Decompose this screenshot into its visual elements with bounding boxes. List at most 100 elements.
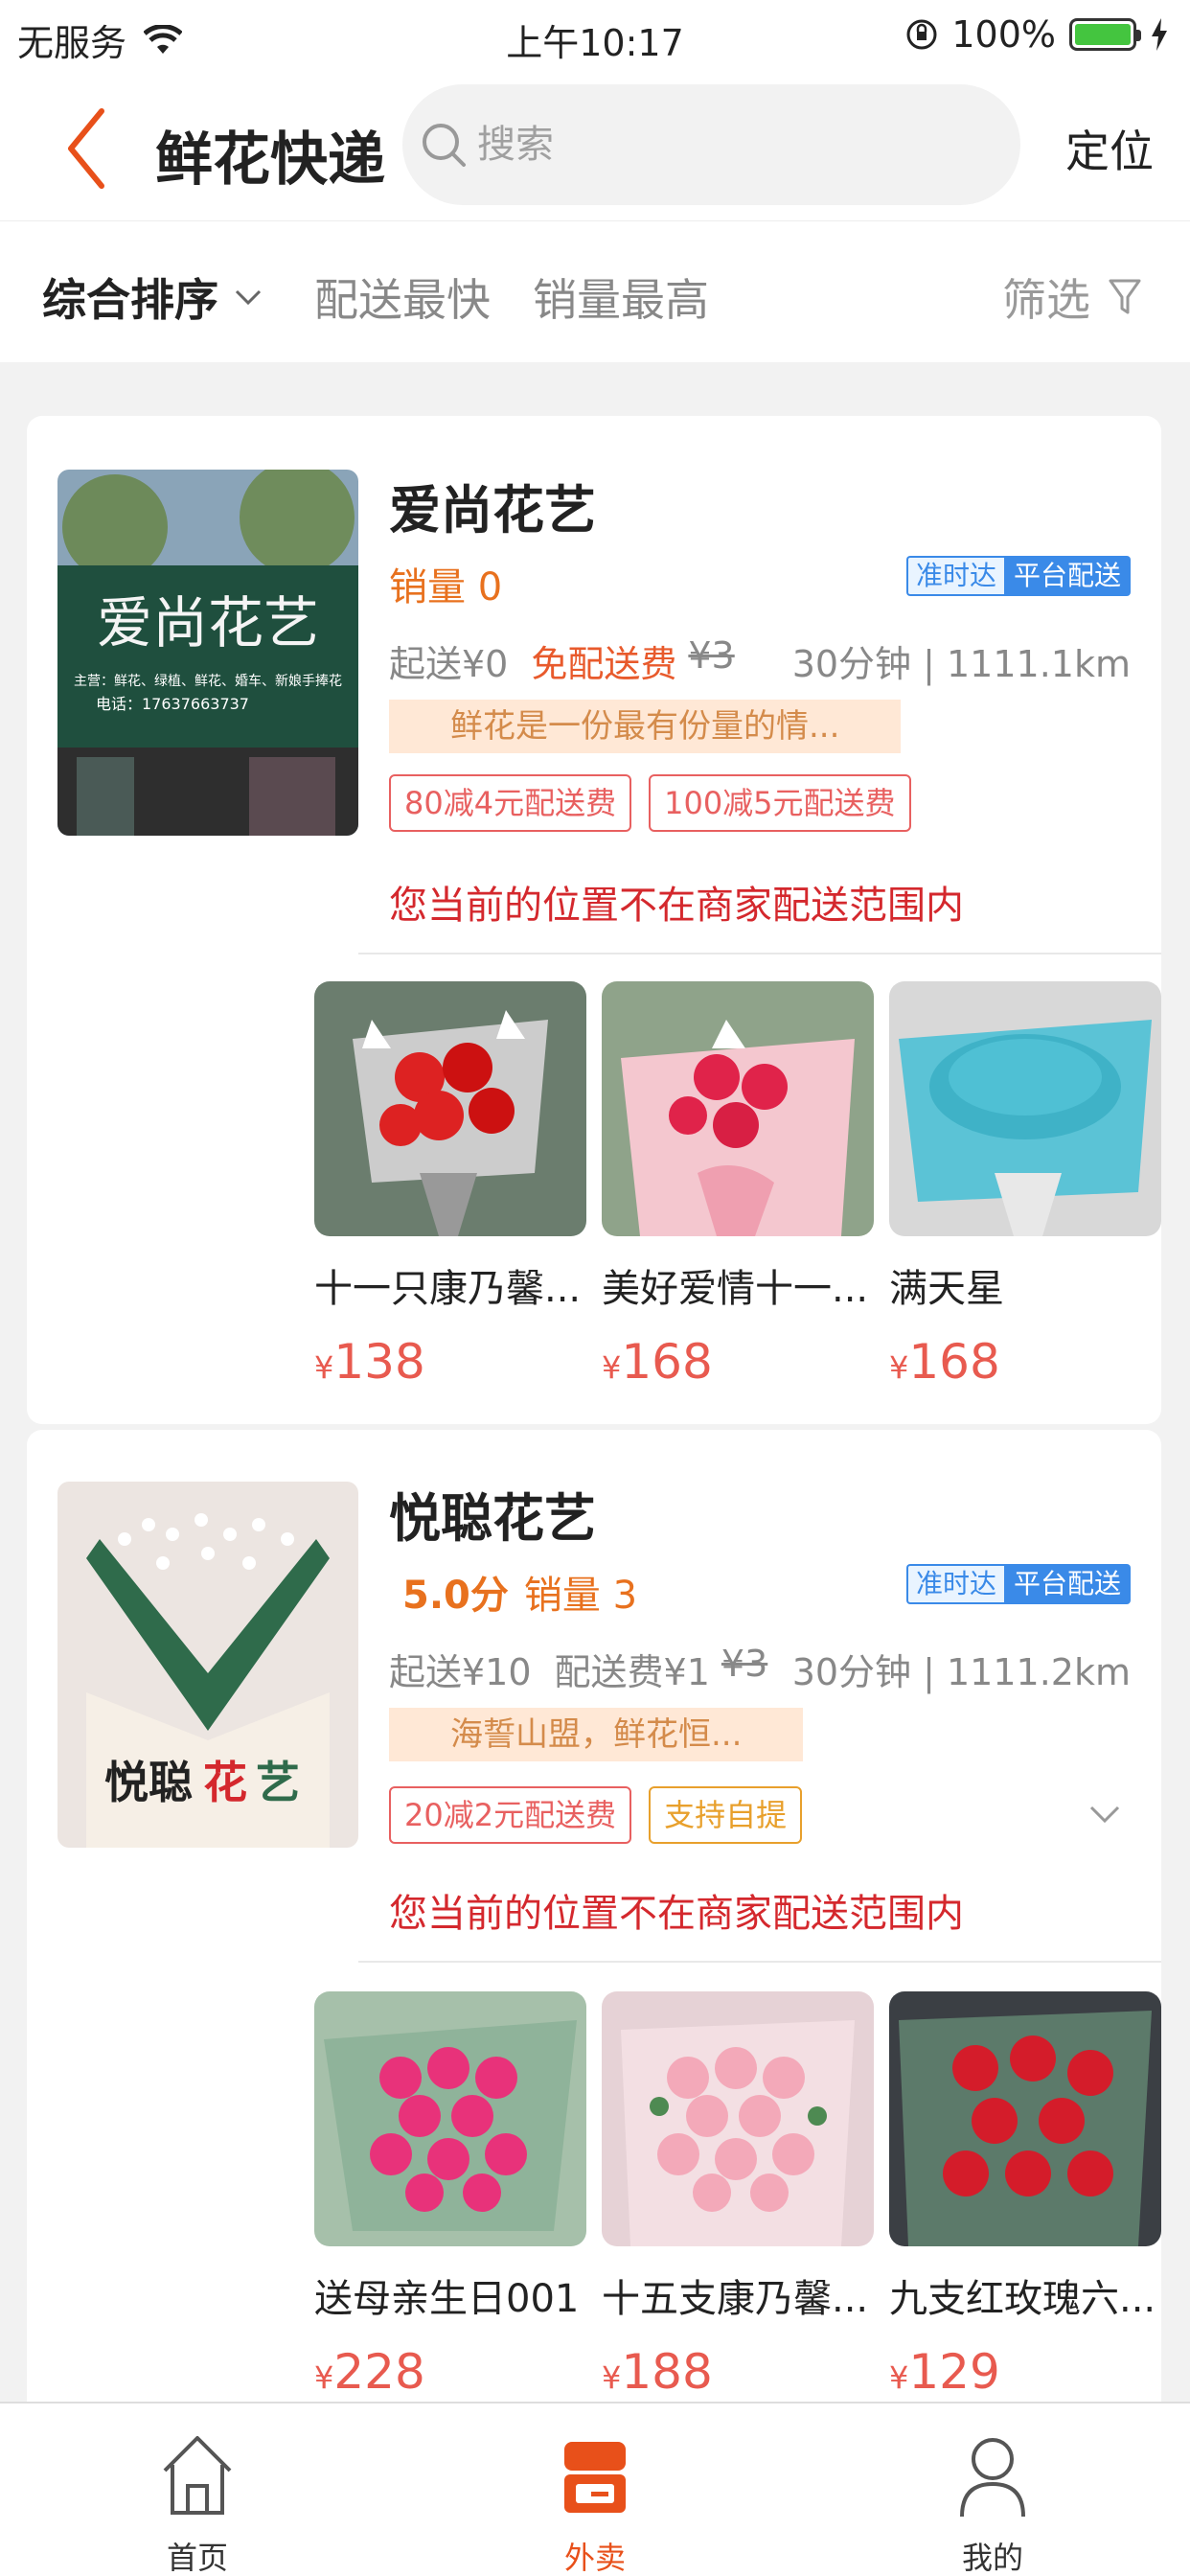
delivery-fee: 配送费¥1 — [554, 1651, 710, 1693]
sort-comprehensive[interactable]: 综合排序 — [42, 265, 263, 329]
search-input[interactable] — [477, 111, 975, 178]
filter-label: 筛选 — [1002, 274, 1090, 326]
logo-text-part: 悦聪 — [104, 1757, 193, 1808]
product-price: ¥168 — [602, 1334, 874, 1390]
tab-takeout-label: 外卖 — [563, 2540, 626, 2576]
sort-fastest-delivery[interactable]: 配送最快 — [314, 265, 491, 329]
product-price: ¥168 — [889, 1334, 1161, 1390]
product-name: 十一只康乃馨... — [314, 1267, 582, 1311]
shop-photo[interactable]: 悦聪 花 艺 — [57, 1482, 358, 1848]
search-bar[interactable] — [402, 84, 1020, 205]
product-item[interactable]: 美好爱情十一... ¥168 — [602, 981, 874, 1390]
shop-sign-title: 爱尚花艺 — [97, 590, 319, 656]
product-item[interactable]: 十五支康乃馨... ¥188 — [602, 1991, 874, 2400]
original-delivery-fee: ¥3 — [721, 1643, 768, 1685]
user-icon — [960, 2438, 1025, 2518]
sort-top-sales[interactable]: 销量最高 — [533, 265, 709, 329]
currency-symbol: ¥ — [889, 1349, 909, 1386]
delivery-tags: 准时达 平台配送 — [905, 556, 1131, 596]
platform-delivery-tag: 平台配送 — [1003, 1564, 1131, 1604]
platform-delivery-tag: 平台配送 — [1003, 556, 1131, 596]
self-pickup-badge: 支持自提 — [649, 1786, 803, 1844]
min-order: 起送¥0 — [389, 643, 509, 685]
page-title: 鲜花快递 — [155, 126, 385, 194]
product-image[interactable] — [889, 981, 1161, 1236]
bouquet-image — [602, 1991, 874, 2246]
bouquet-image — [889, 981, 1161, 1236]
product-row: 送母亲生日001 ¥228 十五支康乃馨... ¥188 九支红玫瑰六... ¥… — [314, 1991, 1161, 2400]
coupon-badge: 80减4元配送费 — [389, 774, 632, 832]
shop-stats: 5.0分 销量 3 — [402, 1564, 637, 1620]
coupon-list: 20减2元配送费 支持自提 — [389, 1786, 803, 1844]
product-name: 满天星 — [889, 1267, 1004, 1311]
page: { "status_bar": {"carrier": "无服务", "time… — [0, 0, 1190, 2576]
sort-comprehensive-label: 综合排序 — [42, 274, 218, 326]
price-value: 129 — [908, 2344, 1000, 2400]
home-icon — [163, 2436, 232, 2515]
product-item[interactable]: 送母亲生日001 ¥228 — [314, 1991, 586, 2400]
product-image[interactable] — [602, 981, 874, 1236]
bottom-tab-bar: 首页 外卖 我的 — [0, 2402, 1190, 2576]
back-arrow-icon[interactable] — [59, 105, 117, 192]
tab-takeout[interactable]: 外卖 — [509, 2432, 681, 2576]
shop-name[interactable]: 悦聪花艺 — [389, 1476, 596, 1552]
takeout-icon — [564, 2442, 626, 2513]
product-image[interactable] — [602, 1991, 874, 2246]
currency-symbol: ¥ — [602, 1349, 622, 1386]
product-price: ¥129 — [889, 2344, 1161, 2400]
shop-card[interactable]: 悦聪 花 艺 悦聪花艺 5.0分 销量 3 准时达 平台配送 起送¥10 配送费… — [27, 1430, 1161, 2417]
expand-chevron-icon[interactable] — [1088, 1804, 1121, 1825]
locate-button[interactable]: 定位 — [1065, 117, 1154, 180]
eta-distance: 30分钟 | 1111.2km — [791, 1651, 1131, 1693]
sort-bar: 综合排序 配送最快 销量最高 筛选 — [0, 220, 1190, 362]
search-icon — [423, 124, 466, 167]
price-value: 168 — [908, 1334, 1000, 1390]
logo-text-part: 艺 — [256, 1757, 300, 1808]
shop-rating: 5.0分 — [402, 1574, 509, 1618]
shop-photo[interactable]: 爱尚花艺 主营：鲜花、绿植、鲜花、婚车、新娘手捧花 电话：17637663737 — [57, 470, 358, 836]
product-image[interactable] — [314, 981, 586, 1236]
bouquet-image — [314, 981, 586, 1236]
original-delivery-fee: ¥3 — [688, 634, 735, 677]
orientation-lock-icon — [906, 19, 937, 50]
filter-button[interactable]: 筛选 — [1002, 265, 1142, 329]
shop-card[interactable]: 爱尚花艺 主营：鲜花、绿植、鲜花、婚车、新娘手捧花 电话：17637663737… — [27, 416, 1161, 1424]
delivery-info: 起送¥0 免配送费 ¥3 — [389, 634, 735, 687]
product-name: 美好爱情十一... — [602, 1267, 869, 1311]
shop-sign-subtitle: 主营：鲜花、绿植、鲜花、婚车、新娘手捧花 — [74, 673, 342, 689]
product-row: 十一只康乃馨... ¥138 美好爱情十一... ¥168 满天星 ¥168 — [314, 981, 1161, 1390]
on-time-tag: 准时达 — [905, 556, 1004, 596]
out-of-range-notice: 您当前的位置不在商家配送范围内 — [389, 1892, 964, 1936]
delivery-tags: 准时达 平台配送 — [905, 1564, 1131, 1604]
tab-mine[interactable]: 我的 — [906, 2432, 1079, 2576]
currency-symbol: ¥ — [314, 2359, 334, 2396]
product-image[interactable] — [889, 1991, 1161, 2246]
coupon-list: 80减4元配送费 100减5元配送费 — [389, 774, 911, 832]
shop-slogan: 海誓山盟，鲜花恒... — [389, 1708, 804, 1761]
product-item[interactable]: 满天星 ¥168 — [889, 981, 1161, 1390]
shop-logo-image: 悦聪 花 艺 — [57, 1482, 358, 1848]
out-of-range-notice: 您当前的位置不在商家配送范围内 — [389, 884, 964, 928]
status-bar: 无服务 上午10:17 100% — [0, 0, 1190, 77]
shop-sales: 销量 0 — [389, 565, 503, 610]
shop-sign-phone: 电话：17637663737 — [96, 695, 249, 713]
product-image[interactable] — [314, 1991, 586, 2246]
divider — [358, 953, 1161, 954]
header: 鲜花快递 定位 — [0, 77, 1190, 220]
min-order: 起送¥10 — [389, 1651, 532, 1693]
product-name: 送母亲生日001 — [314, 2277, 580, 2321]
divider — [358, 1961, 1161, 1963]
bouquet-image — [602, 981, 874, 1236]
price-value: 188 — [621, 2344, 713, 2400]
shop-sales: 销量 3 — [523, 1574, 638, 1618]
tab-home[interactable]: 首页 — [111, 2432, 284, 2576]
delivery-fee: 免配送费 — [531, 643, 677, 685]
on-time-tag: 准时达 — [905, 1564, 1004, 1604]
product-item[interactable]: 十一只康乃馨... ¥138 — [314, 981, 586, 1390]
battery-percent: 100% — [951, 13, 1056, 56]
shop-storefront-image: 爱尚花艺 主营：鲜花、绿植、鲜花、婚车、新娘手捧花 电话：17637663737 — [57, 470, 358, 836]
coupon-badge: 20减2元配送费 — [389, 1786, 632, 1844]
tab-mine-label: 我的 — [961, 2540, 1023, 2576]
shop-name[interactable]: 爱尚花艺 — [389, 468, 596, 543]
product-item[interactable]: 九支红玫瑰六... ¥129 — [889, 1991, 1161, 2400]
